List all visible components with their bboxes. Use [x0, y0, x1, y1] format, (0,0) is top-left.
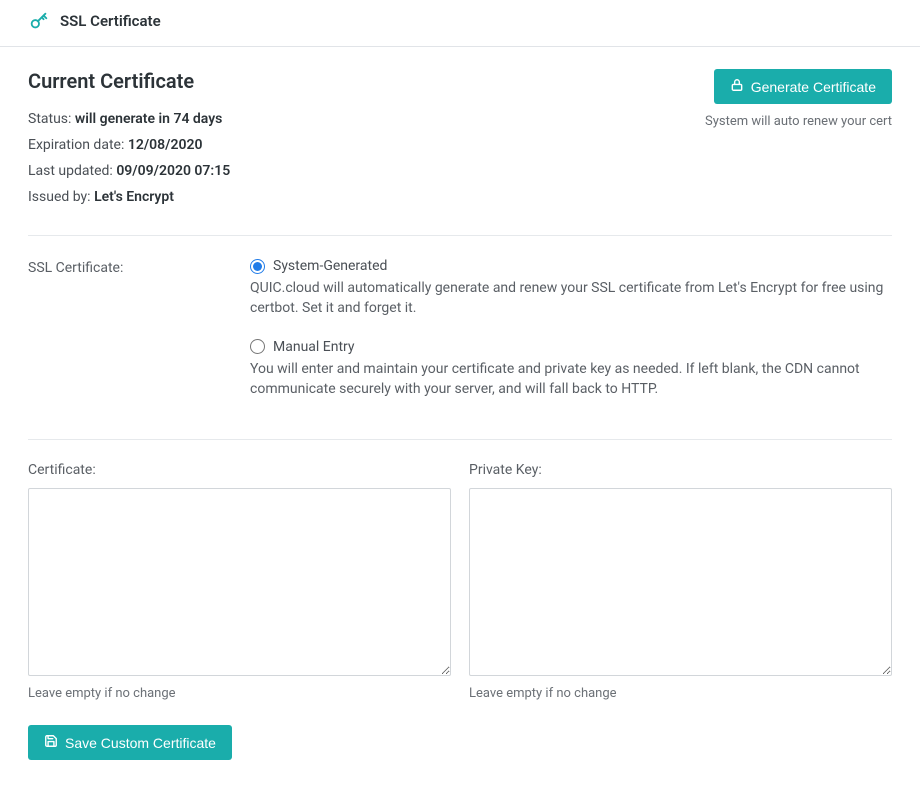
privatekey-label: Private Key: [469, 462, 892, 478]
radio-system-description: QUIC.cloud will automatically generate a… [250, 278, 892, 319]
radio-option-manual: Manual Entry You will enter and maintain… [250, 339, 892, 400]
save-button-label: Save Custom Certificate [65, 735, 216, 751]
expiration-value: 12/08/2020 [128, 137, 203, 153]
lock-icon [730, 78, 744, 95]
generate-certificate-button[interactable]: Generate Certificate [714, 69, 892, 104]
radio-row-manual[interactable]: Manual Entry [250, 339, 892, 355]
status-value: will generate in 74 days [75, 111, 222, 127]
certificate-label: Certificate: [28, 462, 451, 478]
ssl-mode-options: System-Generated QUIC.cloud will automat… [250, 258, 892, 419]
radio-row-system[interactable]: System-Generated [250, 258, 892, 274]
lastupdated-label: Last updated: [28, 163, 113, 179]
divider-2 [28, 439, 892, 440]
divider [28, 235, 892, 236]
expiration-label: Expiration date: [28, 137, 124, 153]
radio-manual-title: Manual Entry [273, 339, 355, 355]
generate-button-label: Generate Certificate [751, 79, 876, 95]
section-title-current: Current Certificate [28, 69, 230, 93]
save-custom-certificate-button[interactable]: Save Custom Certificate [28, 725, 232, 760]
panel-title: SSL Certificate [60, 12, 161, 30]
radio-system-title: System-Generated [273, 258, 387, 274]
radio-manual-description: You will enter and maintain your certifi… [250, 359, 892, 400]
generate-helper-text: System will auto renew your cert [705, 114, 892, 129]
status-label: Status: [28, 111, 71, 127]
privatekey-hint: Leave empty if no change [469, 686, 892, 701]
key-icon [28, 10, 50, 32]
privatekey-textarea[interactable] [469, 488, 892, 676]
status-block: Status: will generate in 74 days Expirat… [28, 111, 230, 205]
radio-manual[interactable] [250, 339, 265, 354]
lastupdated-value: 09/09/2020 07:15 [116, 163, 230, 179]
issuedby-label: Issued by: [28, 189, 91, 205]
issuedby-value: Let's Encrypt [94, 189, 174, 205]
certificate-hint: Leave empty if no change [28, 686, 451, 701]
certificate-textarea[interactable] [28, 488, 451, 676]
radio-system[interactable] [250, 259, 265, 274]
panel-header: SSL Certificate [0, 0, 920, 47]
radio-option-system: System-Generated QUIC.cloud will automat… [250, 258, 892, 319]
ssl-mode-label: SSL Certificate: [28, 258, 250, 276]
